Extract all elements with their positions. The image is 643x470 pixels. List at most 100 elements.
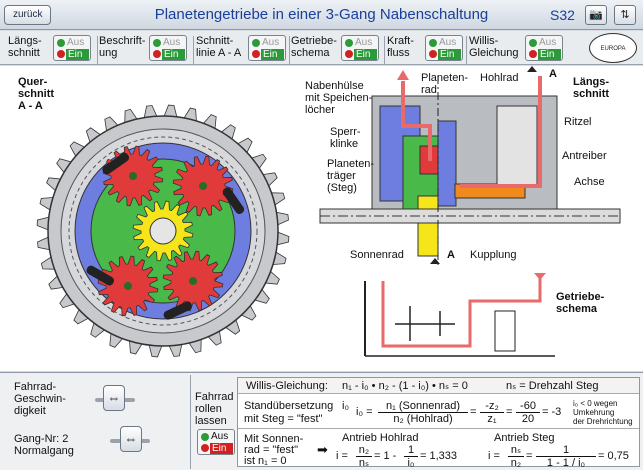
- camera-icon[interactable]: 📷: [585, 5, 607, 25]
- section-mark-bottom: A: [447, 249, 455, 261]
- green-led-icon: [201, 433, 209, 441]
- speed-slider-knob[interactable]: ⇔: [103, 385, 125, 411]
- std-eq-i: i₀ =: [356, 406, 373, 418]
- toggle-group-laengsschnitt: Längs-schnitt Aus Ein: [8, 34, 96, 62]
- green-led-icon: [57, 39, 65, 47]
- label-planet-carrier: Planeten- träger (Steg): [327, 158, 375, 194]
- force-arrow-icon: [397, 70, 409, 80]
- std-result: = -3: [542, 406, 562, 418]
- publisher-logo: EUROPA LEHRMITTEL: [589, 33, 637, 82]
- label-sprocket: Ritzel: [564, 116, 592, 128]
- driver-section: [496, 105, 538, 187]
- toggle-switch-beschriftung[interactable]: Aus Ein: [149, 35, 187, 61]
- planet-pin: [129, 172, 137, 180]
- green-led-icon: [429, 39, 437, 47]
- drive-carrier-result: = 0,75: [598, 450, 629, 462]
- fraction-teeth-values: -60 20: [516, 400, 540, 425]
- roll-label: Fahrrad rollen lassen: [195, 391, 234, 427]
- toggle-switch-laengsschnitt[interactable]: Aus Ein: [53, 35, 91, 61]
- gear-schema: [364, 273, 555, 357]
- drive-ring-result: = 1,333: [420, 450, 458, 462]
- fraction-ring: n₂ nₛ: [356, 444, 372, 469]
- divider: [238, 428, 639, 429]
- label-driver: Antreiber: [562, 150, 607, 162]
- divider: [289, 36, 290, 64]
- toggle-label: Kraft-fluss: [387, 35, 414, 59]
- label-ring-gear: Hohlrad: [480, 72, 519, 84]
- planet-pin: [124, 282, 132, 290]
- green-led-icon: [345, 39, 353, 47]
- green-led-icon: [252, 39, 260, 47]
- schema-flow-path: [381, 276, 542, 348]
- diagram-canvas: Quer- schnitt A - A Längs- schnitt A A N…: [0, 66, 643, 371]
- i-equals: i =: [336, 450, 348, 462]
- longitudinal-title: Längs- schnitt: [573, 76, 610, 100]
- planet-pin: [199, 182, 207, 190]
- divider: [384, 36, 385, 64]
- toggle-switch-schnittlinie[interactable]: Aus Ein: [248, 35, 286, 61]
- gear-label: Gang-Nr: 2 Normalgang: [14, 433, 74, 457]
- sun-fixed-3: ist n₁ = 0: [244, 455, 287, 467]
- willis-equation: n₁ - i₀ • n₂ - (1 - i₀) • nₛ = 0: [342, 380, 468, 392]
- green-led-icon: [153, 39, 161, 47]
- red-led-icon: [57, 50, 65, 58]
- green-led-icon: [529, 39, 537, 47]
- drive-carrier-title: Antrieb Steg: [494, 432, 555, 444]
- toggle-switch-getriebeschema[interactable]: Aus Ein: [341, 35, 379, 61]
- std-label-2: mit Steg = "fest": [244, 413, 323, 425]
- std-note: i₀ < 0 wegen Umkehrung der Drehrichtung: [573, 399, 633, 426]
- cross-section: [36, 104, 290, 358]
- toggle-group-beschriftung: Beschrift-ung Aus Ein: [99, 34, 191, 62]
- fraction-inverse: 1 i₀: [404, 444, 418, 469]
- title-bar: zurück Planetengetriebe in einer 3-Gang …: [0, 0, 643, 30]
- willis-note: nₛ = Drehzahl Steg: [506, 380, 599, 392]
- red-led-icon: [201, 444, 209, 452]
- red-led-icon: [529, 50, 537, 58]
- fraction-speed: n₁ (Sonnenrad) n₂ (Hohlrad): [378, 400, 468, 425]
- red-led-icon: [345, 50, 353, 58]
- toggle-label: Getriebe-schema: [291, 35, 337, 59]
- label-sun-gear: Sonnenrad: [350, 249, 404, 261]
- fraction-teeth-symbols: -z₂ z₁: [480, 400, 504, 425]
- toggle-label: Beschrift-ung: [99, 35, 146, 59]
- page-title: Planetengetriebe in einer 3-Gang Nabensc…: [154, 6, 489, 23]
- red-led-icon: [153, 50, 161, 58]
- toggle-switch-willis[interactable]: Aus Ein: [525, 35, 563, 61]
- label-schema-title: Getriebe- schema: [556, 291, 605, 315]
- label-coupling: Kupplung: [470, 249, 517, 261]
- label-pawl: Sperr- klinke: [330, 126, 361, 150]
- page-number: S32: [550, 7, 575, 23]
- arrow-right-icon: ➡: [317, 442, 328, 457]
- fraction-carrier-expr: 11 - 1 / i₀: [536, 444, 596, 469]
- label-axle: Achse: [574, 176, 605, 188]
- divider: [193, 36, 194, 64]
- planet-pin: [189, 277, 197, 285]
- gear-slider-knob[interactable]: ⇔: [120, 426, 142, 452]
- label-hub-shell: Nabenhülse mit Speichen- löcher: [305, 80, 373, 116]
- sun-gear-section: [417, 195, 439, 257]
- divider: [466, 36, 467, 64]
- schema-block: [494, 310, 516, 352]
- equals-sign: =: [526, 450, 533, 462]
- i-equals: i =: [488, 450, 500, 462]
- red-led-icon: [252, 50, 260, 58]
- axle-bore: [149, 217, 177, 245]
- willis-title: Willis-Gleichung:: [246, 380, 328, 392]
- ring-extension: [437, 120, 457, 207]
- toggle-group-getriebeschema: Getriebe-schema Aus Ein: [291, 34, 381, 62]
- toggle-switch-kraftfluss[interactable]: Aus Ein: [425, 35, 463, 61]
- toggle-label: Schnitt-linie A - A: [196, 35, 242, 59]
- red-led-icon: [429, 50, 437, 58]
- section-arrow-icon: [527, 66, 537, 72]
- toggle-group-willis: Willis- Gleichung Aus Ein: [469, 34, 587, 62]
- speed-label: Fahrrad- Geschwin- digkeit: [14, 381, 66, 417]
- toggle-group-schnittlinie: Schnitt-linie A - A Aus Ein: [196, 34, 288, 62]
- willis-formula-box: Willis-Gleichung: n₁ - i₀ • n₂ - (1 - i₀…: [237, 377, 640, 469]
- drive-ring-title: Antrieb Hohlrad: [342, 432, 419, 444]
- roll-toggle-switch[interactable]: Aus Ein: [197, 429, 235, 455]
- toggle-label: Willis- Gleichung: [469, 35, 519, 59]
- toggle-label: Längs-schnitt: [8, 35, 42, 59]
- fraction-carrier: nₛ n₂: [508, 444, 524, 469]
- std-symbol: i₀: [342, 400, 350, 412]
- sort-icon[interactable]: ⇅: [614, 5, 636, 25]
